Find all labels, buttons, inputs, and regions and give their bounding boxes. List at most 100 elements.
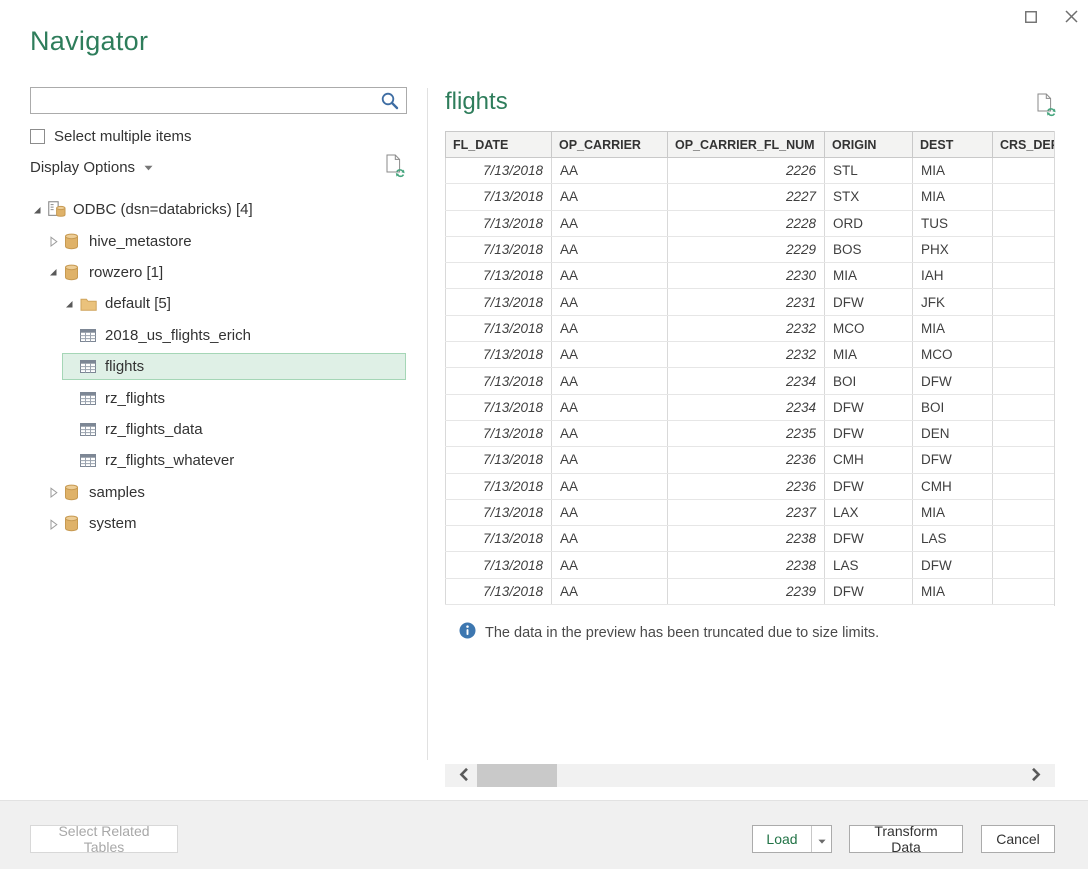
table-cell: CMH [913, 473, 993, 499]
dialog-title: Navigator [30, 26, 148, 57]
table-cell [993, 552, 1056, 578]
table-cell: STL [825, 158, 913, 184]
tree-item-content: rz_flights [62, 385, 406, 412]
table-cell [993, 184, 1056, 210]
tree-item-odbc-dsn-databricks-4[interactable]: ODBC (dsn=databricks) [4] [0, 194, 406, 225]
chevron-down-icon [144, 158, 153, 176]
tree-item-content: default [5] [62, 290, 406, 317]
table-cell: 2232 [668, 315, 825, 341]
tree-item-rz-flights-data[interactable]: rz_flights_data [0, 414, 406, 445]
column-header-origin: ORIGIN [825, 132, 913, 158]
scrollbar-thumb[interactable] [477, 764, 557, 787]
table-cell [993, 263, 1056, 289]
table-cell [993, 473, 1056, 499]
collapsed-arrow-icon[interactable] [47, 235, 64, 247]
database-icon [64, 484, 83, 501]
expanded-arrow-icon[interactable] [31, 204, 48, 216]
select-multiple-checkbox[interactable] [30, 129, 45, 144]
table-icon [80, 454, 99, 467]
load-button[interactable]: Load [753, 826, 811, 852]
tree-item-samples[interactable]: samples [0, 477, 406, 508]
table-cell: MIA [913, 499, 993, 525]
tree-item-2018-us-flights-erich[interactable]: 2018_us_flights_erich [0, 320, 406, 351]
horizontal-scrollbar[interactable] [445, 764, 1055, 787]
table-cell [993, 578, 1056, 604]
table-cell [993, 289, 1056, 315]
search-input[interactable] [31, 88, 406, 113]
table-cell: BOI [913, 394, 993, 420]
table-cell: JFK [913, 289, 993, 315]
tree-item-rowzero-1[interactable]: rowzero [1] [0, 257, 406, 288]
table-cell: AA [552, 289, 668, 315]
expanded-arrow-icon[interactable] [47, 266, 64, 278]
tree-item-content: 2018_us_flights_erich [62, 322, 406, 349]
tree-item-content: system [46, 510, 406, 537]
table-cell [993, 394, 1056, 420]
refresh-preview-icon[interactable] [384, 152, 408, 180]
scroll-right-button[interactable] [1023, 764, 1049, 787]
close-button[interactable] [1059, 6, 1083, 30]
table-cell: 7/13/2018 [446, 342, 552, 368]
footer-bar: Select Related Tables Load Transform Dat… [0, 800, 1088, 869]
tree-item-label: 2018_us_flights_erich [105, 327, 251, 344]
load-dropdown-button[interactable] [811, 826, 831, 852]
preview-table: FL_DATEOP_CARRIEROP_CARRIER_FL_NUMORIGIN… [445, 131, 1055, 605]
table-cell: LAS [913, 526, 993, 552]
tree-item-flights[interactable]: flights [0, 351, 406, 382]
expanded-arrow-icon[interactable] [63, 298, 80, 310]
table-cell: 7/13/2018 [446, 315, 552, 341]
table-row: 7/13/2018AA2238LASDFW [446, 552, 1056, 578]
table-row: 7/13/2018AA2238DFWLAS [446, 526, 1056, 552]
table-cell: DFW [825, 473, 913, 499]
tree-item-hive-metastore[interactable]: hive_metastore [0, 225, 406, 256]
tree-item-label: flights [105, 358, 144, 375]
tree-item-content: ODBC (dsn=databricks) [4] [30, 196, 406, 223]
column-header-op-carrier: OP_CARRIER [552, 132, 668, 158]
tree-item-rz-flights-whatever[interactable]: rz_flights_whatever [0, 445, 406, 476]
search-icon[interactable] [381, 92, 399, 115]
table-row: 7/13/2018AA2231DFWJFK [446, 289, 1056, 315]
table-cell: 7/13/2018 [446, 499, 552, 525]
select-related-tables-button[interactable]: Select Related Tables [30, 825, 178, 853]
cancel-button[interactable]: Cancel [981, 825, 1055, 853]
scroll-left-button[interactable] [451, 764, 477, 787]
table-cell: MIA [913, 315, 993, 341]
display-options-dropdown[interactable]: Display Options [30, 158, 153, 176]
tree-item-rz-flights[interactable]: rz_flights [0, 382, 406, 413]
table-cell: 2235 [668, 420, 825, 446]
table-cell: ORD [825, 210, 913, 236]
transform-data-button[interactable]: Transform Data [849, 825, 963, 853]
table-cell: MIA [913, 158, 993, 184]
table-cell: PHX [913, 236, 993, 262]
tree-item-label: ODBC (dsn=databricks) [4] [73, 201, 253, 218]
collapsed-arrow-icon[interactable] [47, 486, 64, 498]
table-cell: DFW [913, 552, 993, 578]
table-cell: DFW [825, 420, 913, 446]
table-cell: AA [552, 210, 668, 236]
table-cell [993, 368, 1056, 394]
table-cell [993, 315, 1056, 341]
table-cell: 7/13/2018 [446, 473, 552, 499]
maximize-button[interactable] [1019, 6, 1043, 30]
tree-item-label: samples [89, 484, 145, 501]
collapsed-arrow-icon[interactable] [47, 518, 64, 530]
table-cell: 2237 [668, 499, 825, 525]
table-cell: 2229 [668, 236, 825, 262]
table-cell [993, 420, 1056, 446]
column-header-fl-date: FL_DATE [446, 132, 552, 158]
tree-item-label: rz_flights_whatever [105, 452, 234, 469]
folder-icon [80, 297, 99, 311]
table-row: 7/13/2018AA2232MIAMCO [446, 342, 1056, 368]
tree-item-system[interactable]: system [0, 508, 406, 539]
truncation-notice-text: The data in the preview has been truncat… [485, 625, 879, 641]
table-row: 7/13/2018AA2229BOSPHX [446, 236, 1056, 262]
table-cell: AA [552, 342, 668, 368]
tree-item-default-5[interactable]: default [5] [0, 288, 406, 319]
table-cell: 2234 [668, 394, 825, 420]
refresh-preview-icon[interactable] [1034, 90, 1060, 120]
preview-table-wrap: FL_DATEOP_CARRIEROP_CARRIER_FL_NUMORIGIN… [445, 131, 1055, 606]
table-row: 7/13/2018AA2230MIAIAH [446, 263, 1056, 289]
tree-item-content: rz_flights_data [62, 416, 406, 443]
table-cell: 7/13/2018 [446, 394, 552, 420]
table-cell: DEN [913, 420, 993, 446]
